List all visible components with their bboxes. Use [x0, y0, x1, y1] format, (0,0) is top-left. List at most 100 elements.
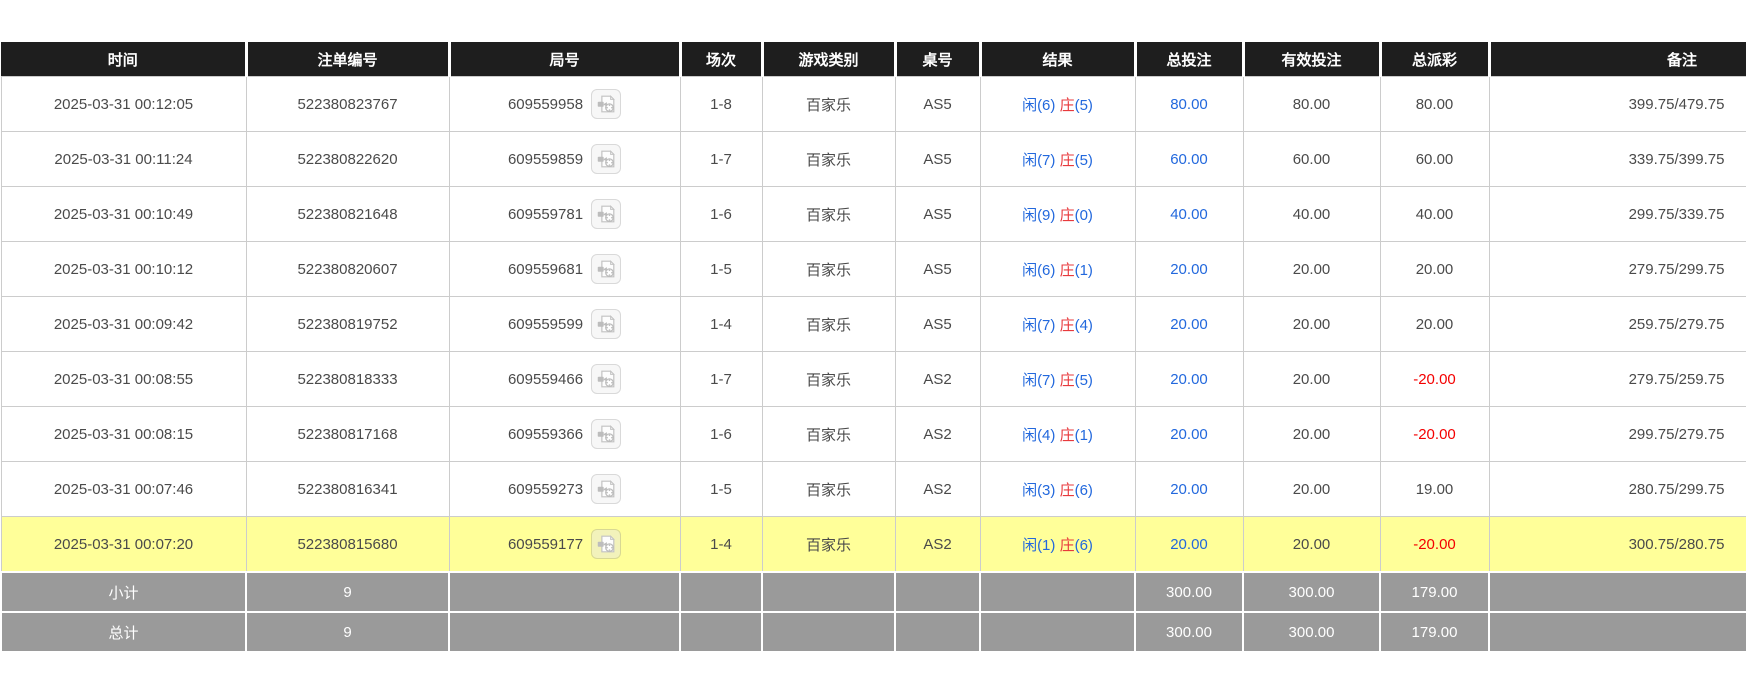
video-replay-button[interactable]	[591, 529, 622, 559]
result-banker-score: (6)	[1074, 481, 1093, 499]
cell-remark: 300.75/280.75	[1488, 516, 1746, 573]
cell-bet-id: 522380815680	[245, 516, 450, 573]
round-number: 609559366	[507, 425, 584, 443]
cell-valid-bet: 20.00	[1242, 241, 1381, 297]
video-file-icon	[597, 535, 615, 553]
result-player: 闲(6)	[1022, 261, 1056, 279]
cell-time: 2025-03-31 00:10:12	[0, 241, 247, 297]
video-replay-button[interactable]	[591, 199, 622, 229]
result-banker-score: (5)	[1074, 371, 1093, 389]
grand-total-empty-cell	[761, 611, 896, 653]
video-replay-button[interactable]	[591, 474, 622, 504]
table-row[interactable]: 2025-03-31 00:09:42 522380819752 6095595…	[0, 296, 1746, 352]
result-banker-score: (1)	[1074, 426, 1093, 444]
result-banker: 庄	[1059, 481, 1075, 499]
grand-total-payout: 179.00	[1379, 611, 1490, 653]
table-row[interactable]: 2025-03-31 00:07:20 522380815680 6095591…	[0, 516, 1746, 573]
result-banker-score: (0)	[1074, 206, 1093, 224]
grand-total-label: 总计	[0, 611, 247, 653]
result-banker-score: (4)	[1074, 316, 1093, 334]
video-replay-button[interactable]	[591, 309, 622, 339]
cell-result: 闲(7) 庄(4)	[979, 296, 1136, 352]
cell-valid-bet: 20.00	[1242, 351, 1381, 407]
grand-total-row: 总计 9 300.00 300.00 179.00	[0, 611, 1746, 653]
cell-session: 1-6	[679, 186, 763, 242]
table-body: 2025-03-31 00:12:05 522380823767 6095599…	[0, 76, 1746, 573]
subtotal-row: 小计 9 300.00 300.00 179.00	[0, 571, 1746, 613]
cell-bet-id: 522380822620	[245, 131, 450, 187]
table-row[interactable]: 2025-03-31 00:10:12 522380820607 6095596…	[0, 241, 1746, 297]
cell-remark: 339.75/399.75	[1488, 131, 1746, 187]
cell-remark: 299.75/279.75	[1488, 406, 1746, 462]
column-header-payout: 总派彩	[1380, 42, 1491, 77]
total-bet-link[interactable]: 80.00	[1170, 96, 1208, 113]
total-bet-link[interactable]: 20.00	[1170, 426, 1208, 443]
table-row[interactable]: 2025-03-31 00:12:05 522380823767 6095599…	[0, 76, 1746, 132]
grand-total-empty-cell	[979, 611, 1136, 653]
cell-game-type: 百家乐	[761, 461, 896, 517]
video-file-icon	[597, 370, 615, 388]
column-header-total-bet: 总投注	[1135, 42, 1245, 77]
cell-result: 闲(3) 庄(6)	[979, 461, 1136, 517]
cell-table-no: AS2	[894, 406, 981, 462]
total-bet-link[interactable]: 20.00	[1170, 316, 1208, 333]
video-replay-button[interactable]	[591, 364, 622, 394]
subtotal-total-bet: 300.00	[1134, 571, 1244, 613]
grand-total-empty-cell	[679, 611, 763, 653]
cell-time: 2025-03-31 00:07:46	[0, 461, 247, 517]
cell-payout: -20.00	[1379, 406, 1490, 462]
column-header-result: 结果	[980, 42, 1137, 77]
cell-round-no: 609559958	[448, 76, 681, 132]
table-row[interactable]: 2025-03-31 00:08:15 522380817168 6095593…	[0, 406, 1746, 462]
cell-round-no: 609559466	[448, 351, 681, 407]
subtotal-valid-bet: 300.00	[1242, 571, 1381, 613]
video-replay-button[interactable]	[591, 89, 622, 119]
cell-game-type: 百家乐	[761, 76, 896, 132]
cell-table-no: AS2	[894, 516, 981, 573]
cell-result: 闲(9) 庄(0)	[979, 186, 1136, 242]
video-replay-button[interactable]	[591, 254, 622, 284]
cell-round-no: 609559859	[448, 131, 681, 187]
column-header-valid-bet: 有效投注	[1243, 42, 1382, 77]
total-bet-link[interactable]: 20.00	[1170, 481, 1208, 498]
cell-bet-id: 522380819752	[245, 296, 450, 352]
cell-round-no: 609559366	[448, 406, 681, 462]
cell-total-bet: 40.00	[1134, 186, 1244, 242]
table-header-row: 时间 注单编号 局号 场次 游戏类别 桌号 结果 总投注 有效投注 总派彩 备注	[1, 42, 1746, 77]
cell-time: 2025-03-31 00:07:20	[0, 516, 247, 573]
round-number: 609559466	[507, 370, 584, 388]
cell-payout: -20.00	[1379, 516, 1490, 573]
cell-time: 2025-03-31 00:08:15	[0, 406, 247, 462]
cell-time: 2025-03-31 00:09:42	[0, 296, 247, 352]
cell-table-no: AS5	[894, 186, 981, 242]
cell-time: 2025-03-31 00:11:24	[0, 131, 247, 187]
table-row[interactable]: 2025-03-31 00:08:55 522380818333 6095594…	[0, 351, 1746, 407]
cell-session: 1-5	[679, 461, 763, 517]
bet-records-page: 时间 注单编号 局号 场次 游戏类别 桌号 结果 总投注 有效投注 总派彩 备注…	[0, 0, 1746, 653]
subtotal-empty-cell	[979, 571, 1136, 613]
cell-session: 1-8	[679, 76, 763, 132]
video-replay-button[interactable]	[591, 144, 622, 174]
cell-valid-bet: 40.00	[1242, 186, 1381, 242]
total-bet-link[interactable]: 20.00	[1170, 536, 1208, 553]
cell-time: 2025-03-31 00:08:55	[0, 351, 247, 407]
video-replay-button[interactable]	[591, 419, 622, 449]
cell-total-bet: 60.00	[1134, 131, 1244, 187]
cell-bet-id: 522380817168	[245, 406, 450, 462]
cell-result: 闲(6) 庄(1)	[979, 241, 1136, 297]
table-row[interactable]: 2025-03-31 00:07:46 522380816341 6095592…	[0, 461, 1746, 517]
grand-total-empty-cell	[1488, 611, 1746, 653]
subtotal-empty-cell	[1488, 571, 1746, 613]
total-bet-link[interactable]: 20.00	[1170, 371, 1208, 388]
cell-result: 闲(4) 庄(1)	[979, 406, 1136, 462]
table-row[interactable]: 2025-03-31 00:10:49 522380821648 6095597…	[0, 186, 1746, 242]
subtotal-count: 9	[245, 571, 450, 613]
cell-session: 1-5	[679, 241, 763, 297]
cell-total-bet: 20.00	[1134, 516, 1244, 573]
total-bet-link[interactable]: 40.00	[1170, 206, 1208, 223]
column-header-bet-id: 注单编号	[246, 42, 451, 77]
total-bet-link[interactable]: 60.00	[1170, 151, 1208, 168]
total-bet-link[interactable]: 20.00	[1170, 261, 1208, 278]
cell-total-bet: 80.00	[1134, 76, 1244, 132]
table-row[interactable]: 2025-03-31 00:11:24 522380822620 6095598…	[0, 131, 1746, 187]
